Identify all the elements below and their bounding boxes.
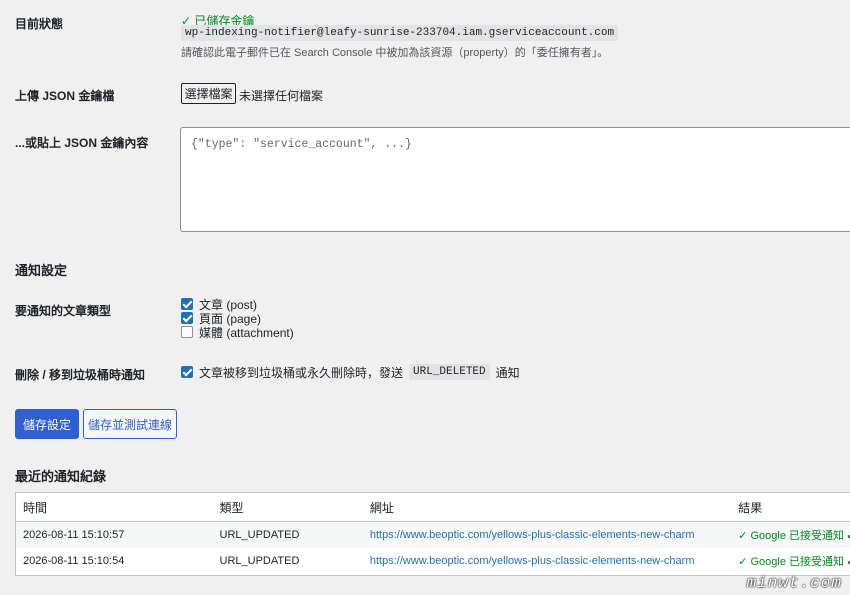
log-result: ✓ Google 已接受通知 bbox=[731, 521, 850, 548]
post-type-attachment[interactable]: 媒體 (attachment) bbox=[181, 325, 294, 340]
choose-file-button[interactable]: 選擇檔案 bbox=[181, 83, 236, 104]
save-settings-button[interactable]: 儲存設定 bbox=[15, 409, 79, 439]
log-type: URL_UPDATED bbox=[212, 521, 363, 548]
log-url-link[interactable]: https://www.beoptic.com/yellows-plus-cla… bbox=[370, 529, 695, 541]
log-title: 最近的通知紀錄 bbox=[15, 469, 107, 484]
post-checkbox[interactable] bbox=[181, 298, 193, 310]
table-row: 2026-08-11 15:10:57 URL_UPDATED https://… bbox=[16, 521, 850, 548]
upload-label: 上傳 JSON 金鑰檔 bbox=[15, 89, 115, 103]
col-time: 時間 bbox=[16, 493, 213, 522]
trash-text-before: 文章被移到垃圾桶或永久刪除時，發送 bbox=[199, 365, 404, 380]
log-time: 2026-08-11 15:10:57 bbox=[16, 521, 213, 548]
log-header-row: 時間 類型 網址 結果 bbox=[16, 493, 850, 522]
status-note: 請確認此電子郵件已在 Search Console 中被加為該資源（proper… bbox=[181, 47, 609, 59]
save-and-test-button[interactable]: 儲存並測試連線 bbox=[83, 409, 177, 439]
table-row: 2026-08-11 15:10:54 URL_UPDATED https://… bbox=[16, 548, 850, 574]
attachment-checkbox[interactable] bbox=[181, 326, 193, 338]
log-table-container: 時間 類型 網址 結果 2026-08-11 15:10:57 URL_UPDA… bbox=[15, 492, 850, 576]
no-file-text: 未選擇任何檔案 bbox=[239, 89, 324, 103]
col-url: 網址 bbox=[362, 493, 732, 522]
url-deleted-code: URL_DELETED bbox=[409, 364, 490, 380]
json-key-placeholder: {"type": "service_account", ...} bbox=[191, 138, 412, 151]
json-key-textarea[interactable]: {"type": "service_account", ...} bbox=[180, 127, 850, 232]
log-table: 時間 類型 網址 結果 2026-08-11 15:10:57 URL_UPDA… bbox=[16, 493, 850, 574]
post-types-list: 文章 (post) 頁面 (page) 媒體 (attachment) bbox=[181, 297, 294, 340]
check-icon: ✓ bbox=[738, 556, 748, 568]
trash-text-after: 通知 bbox=[495, 365, 520, 380]
trash-option[interactable]: 文章被移到垃圾桶或永久刪除時，發送 URL_DELETED 通知 bbox=[181, 364, 520, 380]
log-url-link[interactable]: https://www.beoptic.com/yellows-plus-cla… bbox=[370, 555, 695, 567]
status-label: 目前狀態 bbox=[15, 17, 64, 31]
watermark: minwt.com bbox=[746, 574, 842, 592]
service-account-email: wp-indexing-notifier@leafy-sunrise-23370… bbox=[181, 25, 619, 41]
trash-label: 刪除 / 移到垃圾桶時通知 bbox=[15, 368, 146, 382]
check-icon: ✓ bbox=[738, 530, 748, 542]
log-result-text: Google 已接受通知 bbox=[750, 556, 844, 568]
log-time: 2026-08-11 15:10:54 bbox=[23, 555, 125, 567]
paste-label: ...或貼上 JSON 金鑰內容 bbox=[15, 136, 149, 150]
log-type: URL_UPDATED bbox=[219, 555, 300, 567]
post-types-label: 要通知的文章類型 bbox=[15, 304, 112, 318]
trash-checkbox[interactable] bbox=[181, 366, 193, 378]
post-type-label: 媒體 (attachment) bbox=[199, 325, 294, 340]
col-type: 類型 bbox=[212, 493, 363, 522]
log-result: ✓ Google 已接受通知 bbox=[731, 548, 850, 574]
notify-section-title: 通知設定 bbox=[15, 263, 68, 278]
log-result-text: Google 已接受通知 bbox=[750, 530, 844, 542]
page-checkbox[interactable] bbox=[181, 312, 193, 324]
col-result: 結果 bbox=[731, 493, 850, 522]
